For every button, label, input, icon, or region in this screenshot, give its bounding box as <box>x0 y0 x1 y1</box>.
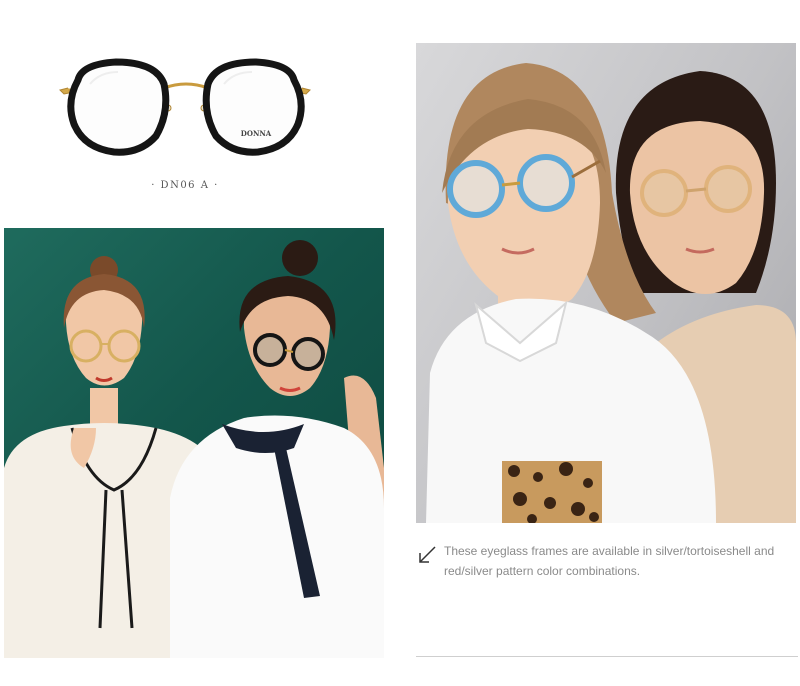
model-code: · DN06 A · <box>151 180 219 191</box>
lifestyle-photo-green <box>4 228 384 658</box>
divider <box>416 656 798 657</box>
product-glasses-image: DONNA <box>59 58 311 156</box>
lifestyle-photo-grey <box>416 43 796 523</box>
caption-text: These eyeglass frames are available in s… <box>444 544 775 578</box>
arrow-down-left-icon <box>419 546 436 563</box>
lens-brand-logo: DONNA <box>241 129 272 138</box>
model-right <box>170 240 384 658</box>
